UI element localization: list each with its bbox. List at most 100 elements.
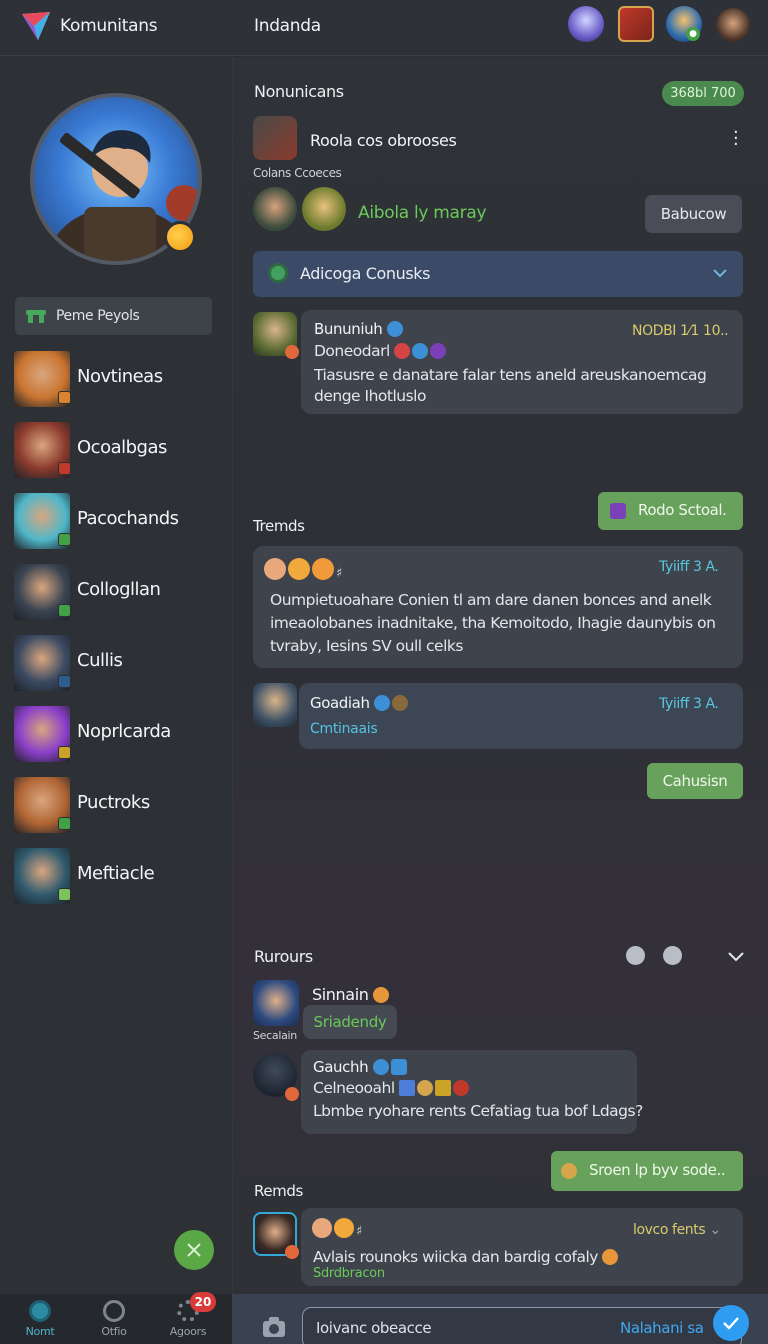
section-title: Nonunicans — [254, 82, 344, 101]
message-text: Tiasusre e danatare falar tens aneld are… — [314, 366, 707, 405]
post-thumbnail[interactable] — [253, 116, 297, 160]
chevron-down-icon[interactable] — [727, 950, 745, 962]
app-logo-icon[interactable] — [20, 10, 52, 42]
friend-name: Collogllan — [77, 579, 161, 600]
reply-chip[interactable]: Cahusisn — [647, 763, 743, 799]
avatar-mage[interactable] — [568, 6, 604, 42]
refresh-icon[interactable] — [626, 946, 645, 965]
message-time: NODBI 1⁄1 10.. — [632, 323, 729, 339]
friend-name: Novtineas — [77, 366, 163, 387]
friend-name: Pacochands — [77, 508, 179, 529]
nav-other-label: Otfio — [101, 1325, 127, 1338]
message-link[interactable]: Sdrdbracon — [313, 1266, 385, 1281]
friend-item[interactable]: Ocoalbgas — [14, 422, 224, 480]
chevron-down-icon[interactable]: ⌄ — [709, 1222, 721, 1238]
friend-status-badge — [58, 888, 71, 901]
trophy-emoji-icon — [435, 1080, 452, 1096]
avatar-emoji-icon — [312, 1218, 332, 1238]
avatar-caption: Secalain — [253, 1029, 297, 1042]
close-icon — [187, 1243, 201, 1257]
notification-count-badge: 20 — [190, 1292, 216, 1312]
grin-emoji-icon — [312, 558, 334, 580]
user-avatar[interactable] — [716, 8, 750, 42]
message-link[interactable]: Cmtinaais — [310, 721, 378, 737]
reply-chip[interactable]: Rodo Sctoal. — [598, 492, 743, 530]
bank-emoji-icon — [390, 1059, 407, 1075]
message-text: Avlais rounoks wiicka dan bardig cofaly — [313, 1247, 620, 1268]
friend-item[interactable]: Puctroks — [14, 777, 224, 835]
friend-status-badge — [58, 746, 71, 759]
nav-home-label: Nomt — [25, 1325, 55, 1338]
page-title: Indanda — [254, 16, 321, 36]
reaction-row: ♯ — [312, 1218, 362, 1239]
post-caption: Colans Ccoeces — [253, 166, 342, 180]
friend-status-badge — [58, 462, 71, 475]
post-title: Roola cos obrooses — [310, 131, 457, 150]
fire-emoji-icon — [602, 1249, 619, 1265]
reply-chip-label: Rodo Sctoal. — [638, 501, 727, 519]
friend-status-badge — [58, 604, 71, 617]
count-pill[interactable]: 368bl 700 — [662, 81, 744, 106]
ball-emoji-icon — [453, 1080, 470, 1096]
message-avatar[interactable] — [253, 980, 299, 1026]
more-options-icon[interactable]: · · · — [733, 124, 745, 154]
status-badge — [164, 221, 196, 253]
send-button[interactable] — [713, 1305, 749, 1341]
friend-name: Meftiacle — [77, 863, 155, 884]
status-badge — [285, 1245, 299, 1259]
message-avatar[interactable] — [253, 683, 297, 727]
friend-item[interactable]: Noprlcarda — [14, 706, 224, 764]
message-subtitle: Doneodarl — [314, 341, 448, 362]
friend-name: Cullis — [77, 650, 123, 671]
add-icon[interactable] — [663, 946, 682, 965]
section-title: Rurours — [254, 947, 313, 966]
friend-name: Ocoalbgas — [77, 437, 167, 458]
fire-emoji-icon — [373, 987, 390, 1003]
friend-status-badge — [58, 533, 71, 546]
smile-emoji-icon — [288, 558, 310, 580]
camera-icon[interactable] — [262, 1316, 286, 1338]
group-avatar-2[interactable] — [302, 187, 346, 231]
hashtag-icon: ♯ — [356, 1224, 363, 1239]
message-subtitle: Celneooahl — [313, 1078, 471, 1099]
friend-item[interactable]: Collogllan — [14, 564, 224, 622]
friend-status-badge — [58, 675, 71, 688]
reply-chip[interactable]: Sroen lp byv sode.. — [551, 1151, 743, 1191]
close-fab-button[interactable] — [174, 1230, 214, 1270]
section-title: Remds — [254, 1182, 303, 1200]
smile-emoji-icon — [334, 1218, 354, 1238]
group-label: Aibola ly maray — [358, 203, 487, 223]
friend-item[interactable]: Cullis — [14, 635, 224, 693]
friend-item[interactable]: Pacochands — [14, 493, 224, 551]
contacts-icon — [268, 263, 288, 283]
notification-dot: ● — [686, 27, 700, 41]
treasure-chest-icon[interactable] — [618, 6, 654, 42]
star-emoji-icon — [372, 1059, 389, 1075]
friend-item[interactable]: Novtineas — [14, 351, 224, 409]
nav-other[interactable]: Otfio — [86, 1300, 142, 1340]
nav-home[interactable]: Nomt — [12, 1300, 68, 1340]
sparkle-icon — [561, 1163, 577, 1179]
composer-action[interactable]: Nalahani sa — [620, 1319, 704, 1337]
reaction-row: ♯ — [264, 558, 342, 581]
figure-emoji-icon — [417, 1080, 434, 1096]
people-icon — [26, 310, 46, 323]
message-text: Oumpietuoahare Conien tl am dare danen b… — [270, 591, 716, 655]
section-title: Tremds — [253, 517, 305, 535]
friend-item[interactable]: Meftiacle — [14, 848, 224, 906]
message-bubble[interactable] — [299, 683, 743, 749]
group-avatar-1[interactable] — [253, 187, 297, 231]
people-filter-label: Peme Peyols — [56, 308, 140, 324]
reply-preview[interactable]: Sriadendy — [303, 1005, 397, 1039]
message-input-placeholder: Ioivanc obeacce — [316, 1319, 432, 1337]
message-time: lovco fents ⌄ — [633, 1222, 721, 1238]
message-time: Tyiiff 3 A. — [659, 696, 719, 712]
hashtag-icon: ♯ — [336, 566, 343, 581]
group-action-button[interactable]: Babucow — [645, 195, 742, 233]
message-time: Tyiiff 3 A. — [659, 559, 719, 575]
badge-emoji-icon — [391, 695, 408, 711]
compass-icon — [103, 1300, 125, 1322]
friend-name: Puctroks — [77, 792, 150, 813]
heart-emoji-icon — [394, 343, 411, 359]
note-emoji-icon — [399, 1080, 416, 1096]
